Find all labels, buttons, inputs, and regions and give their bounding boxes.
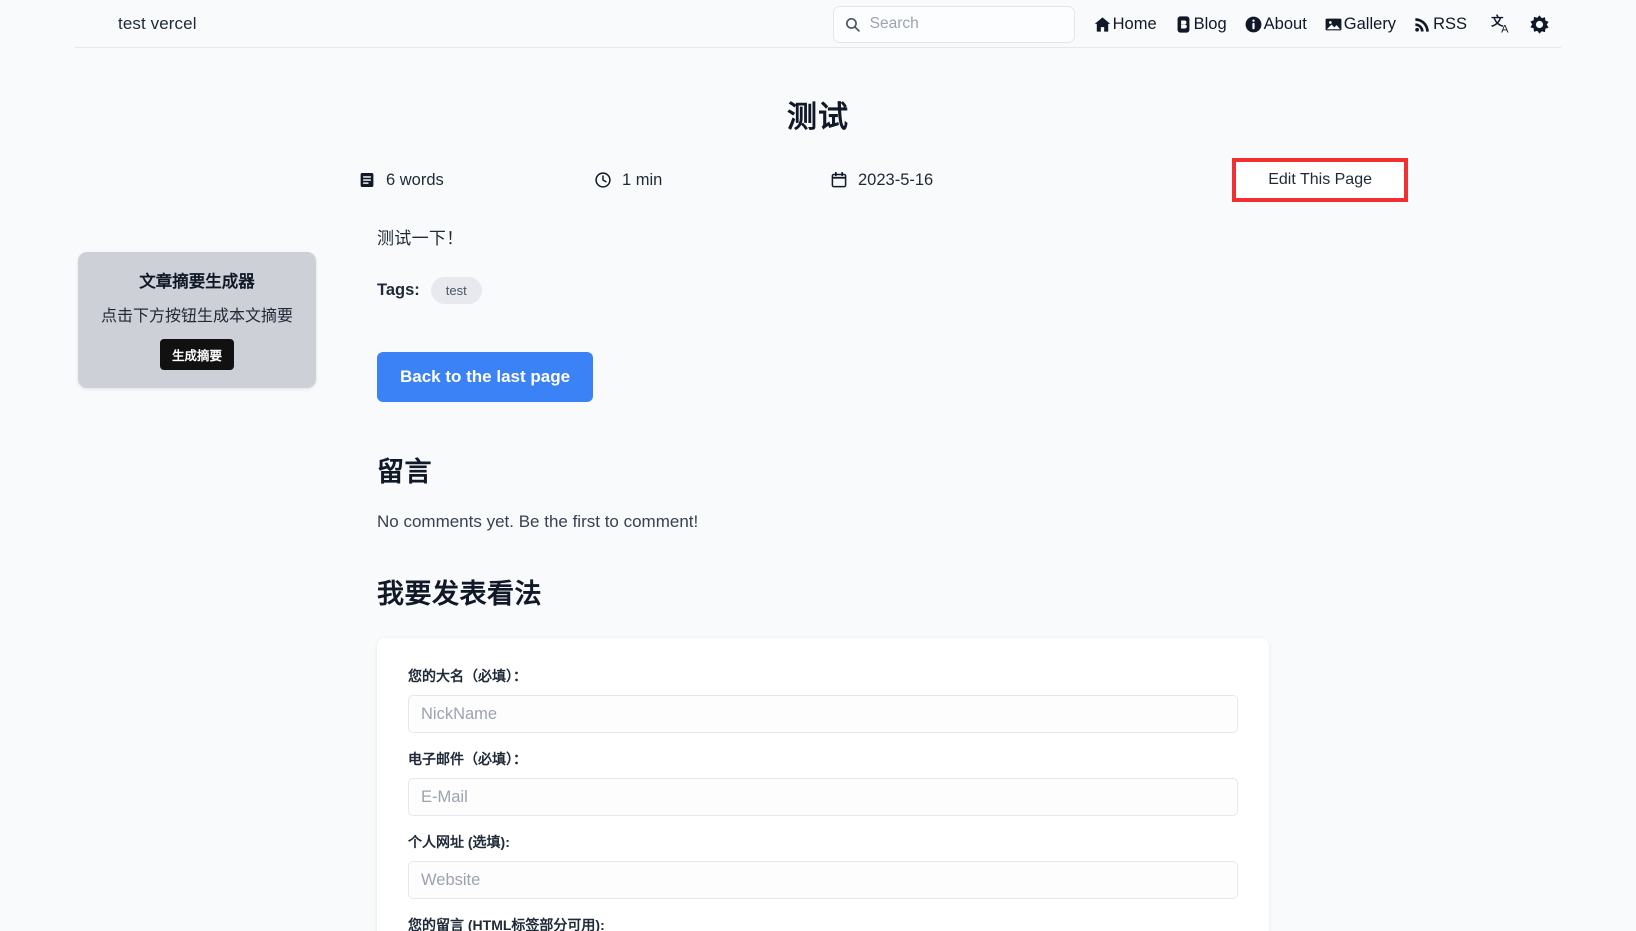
svg-text:A: A [1501,23,1509,35]
translate-icon: 文 A [1491,13,1513,35]
summary-widget-title: 文章摘要生成器 [139,273,255,291]
field-label-website: 个人网址 (选填): [408,834,510,850]
comment-form-card: 您的大名（必填）： 电子邮件（必填）： 个人网址 (选填): 您的留言 (HTM… [377,638,1269,931]
no-comments-text: No comments yet. Be the first to comment… [377,512,699,531]
meta-word-count: 6 words [358,171,594,190]
nav-label-home: Home [1112,14,1157,33]
field-label-comment: 您的留言 (HTML标签部分可用): [408,917,605,931]
article-body-text: 测试一下！ [377,229,464,248]
nav-label-about: About [1263,14,1307,33]
nav-item-blog[interactable]: Blog [1174,15,1235,34]
field-label-email: 电子邮件（必填）： [408,751,527,767]
website-input[interactable] [408,861,1238,899]
tags-label: Tags: [377,281,420,299]
meta-date: 2023-5-16 [830,171,1066,190]
edit-this-page-button[interactable]: Edit This Page [1236,162,1404,198]
site-title[interactable]: test vercel [118,14,197,34]
nav-label-rss: RSS [1433,14,1467,33]
header-right-group: Home Blog [832,5,1550,43]
comments-heading: 留言 [377,457,432,487]
blog-icon [1174,15,1193,34]
meta-read-time: 1 min [594,171,830,190]
tag-item[interactable]: test [430,277,482,304]
post-meta-row: 6 words 1 min 2023-5-16 Edit This Page [228,158,1408,202]
meta-date-label: 2023-5-16 [858,170,934,189]
meta-read-time-label: 1 min [622,170,663,189]
rss-icon [1413,15,1432,34]
nav-item-rss[interactable]: RSS [1413,15,1475,34]
site-header: test vercel Home [0,0,1636,48]
theme-toggle-button[interactable] [1529,14,1550,35]
field-comment: 您的留言 (HTML标签部分可用): [408,915,1238,931]
nav-item-about[interactable]: About [1244,15,1315,34]
search-input[interactable] [869,15,1064,33]
nav-label-gallery: Gallery [1343,14,1397,33]
article-summary-widget: 文章摘要生成器 点击下方按钮生成本文摘要 生成摘要 [78,252,316,388]
document-icon [358,171,376,189]
nickname-input[interactable] [408,695,1238,733]
edit-page-highlight-wrapper: Edit This Page [1232,158,1408,202]
clock-icon [594,171,612,189]
field-website: 个人网址 (选填): [408,832,1238,899]
generate-summary-button[interactable]: 生成摘要 [159,339,234,370]
meta-word-count-label: 6 words [386,170,444,189]
nav-label-blog: Blog [1193,14,1227,33]
main-nav: Home Blog About Gallery RSS 文 A [1093,13,1550,35]
comment-form-heading: 我要发表看法 [377,579,542,609]
translate-button[interactable]: 文 A [1491,13,1513,35]
nav-item-home[interactable]: Home [1093,15,1165,34]
search-icon [844,16,861,33]
image-icon [1324,15,1343,34]
nav-item-gallery[interactable]: Gallery [1324,15,1404,34]
tags-row: Tags: test [377,277,1269,304]
summary-widget-description: 点击下方按钮生成本文摘要 [100,308,293,325]
red-annotation-box: Edit This Page [1232,158,1408,202]
email-input[interactable] [408,778,1238,816]
search-box[interactable] [832,5,1075,43]
calendar-icon [830,171,848,189]
field-email: 电子邮件（必填）： [408,749,1238,816]
brightness-icon [1529,14,1550,35]
field-nickname: 您的大名（必填）： [408,666,1238,733]
page-title: 测试 [787,101,849,134]
field-label-nickname: 您的大名（必填）： [408,668,527,684]
info-circle-icon [1244,15,1263,34]
home-icon [1093,15,1112,34]
back-to-last-page-button[interactable]: Back to the last page [377,352,594,402]
article-content-column: 测试一下！ Tags: test Back to the last page 留… [377,224,1269,931]
page-body: 测试 6 words 1 min 2023-5-16 Edit This Pag… [0,48,1636,931]
